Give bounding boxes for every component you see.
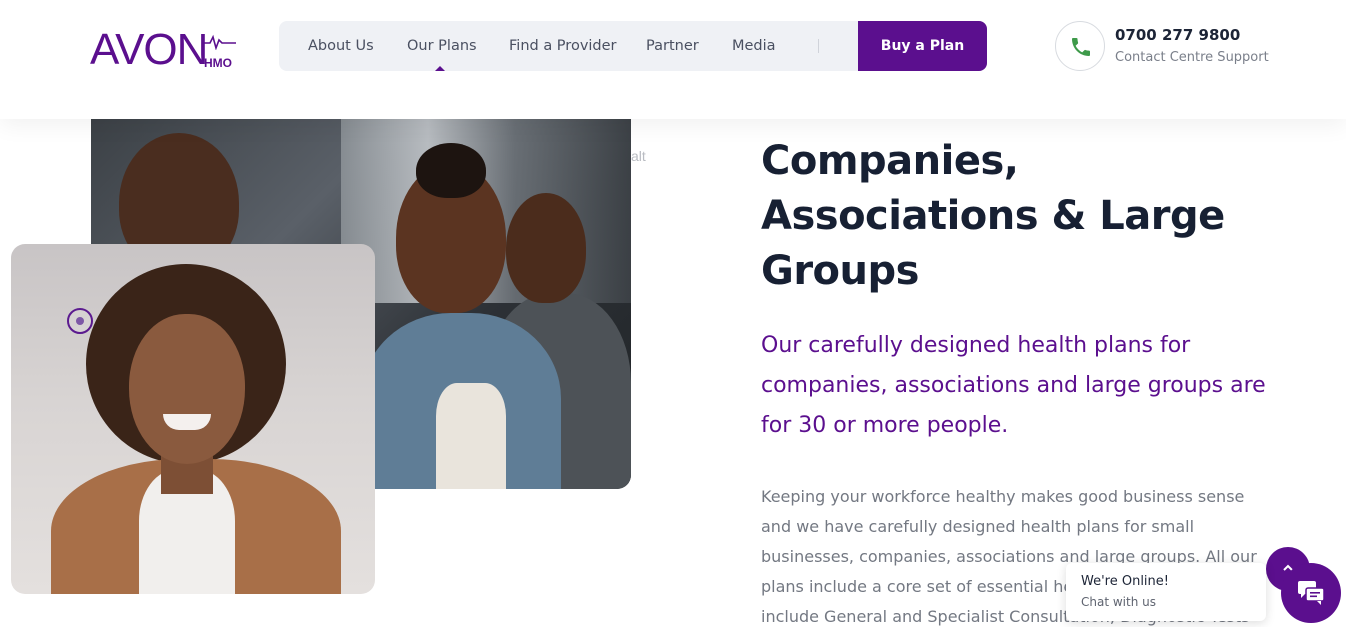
logo-wordmark: AVON <box>90 25 208 74</box>
avon-hmo-logo[interactable]: AVON HMO <box>90 24 240 74</box>
phone-caption: Contact Centre Support <box>1115 50 1269 65</box>
nav-our-plans[interactable]: Our Plans <box>407 21 477 71</box>
title-line-1: Companies, <box>761 138 1019 184</box>
active-nav-indicator <box>435 66 445 71</box>
site-header: AVON HMO About Us Our Plans Find a Provi… <box>0 0 1346 119</box>
title-line-2: Associations & Large <box>761 193 1225 239</box>
broken-image-placeholder: alt <box>631 148 646 164</box>
lead-paragraph: Our carefully designed health plans for … <box>761 333 1266 438</box>
nav-about-us[interactable]: About Us <box>308 21 374 71</box>
nav-divider <box>818 39 819 53</box>
nav-find-a-provider[interactable]: Find a Provider <box>509 21 617 71</box>
chat-subtitle: Chat with us <box>1081 595 1156 609</box>
chat-title: We're Online! <box>1081 574 1169 589</box>
target-ring-icon <box>67 308 93 334</box>
chat-status-card[interactable]: We're Online! Chat with us <box>1066 563 1266 621</box>
woman-portrait-photo <box>11 244 375 594</box>
nav-partner[interactable]: Partner <box>646 21 699 71</box>
phone-icon[interactable] <box>1055 21 1105 71</box>
page-title: Companies, Associations & Large Groups <box>761 134 1261 299</box>
chat-launcher-button[interactable] <box>1281 563 1341 623</box>
nav-media[interactable]: Media <box>732 21 776 71</box>
title-line-3: Groups <box>761 248 919 294</box>
logo-sub: HMO <box>204 56 232 70</box>
buy-a-plan-button[interactable]: Buy a Plan <box>858 21 987 71</box>
chat-bubbles-icon <box>1298 581 1325 605</box>
heartbeat-icon <box>202 34 236 50</box>
phone-number[interactable]: 0700 277 9800 <box>1115 26 1240 44</box>
